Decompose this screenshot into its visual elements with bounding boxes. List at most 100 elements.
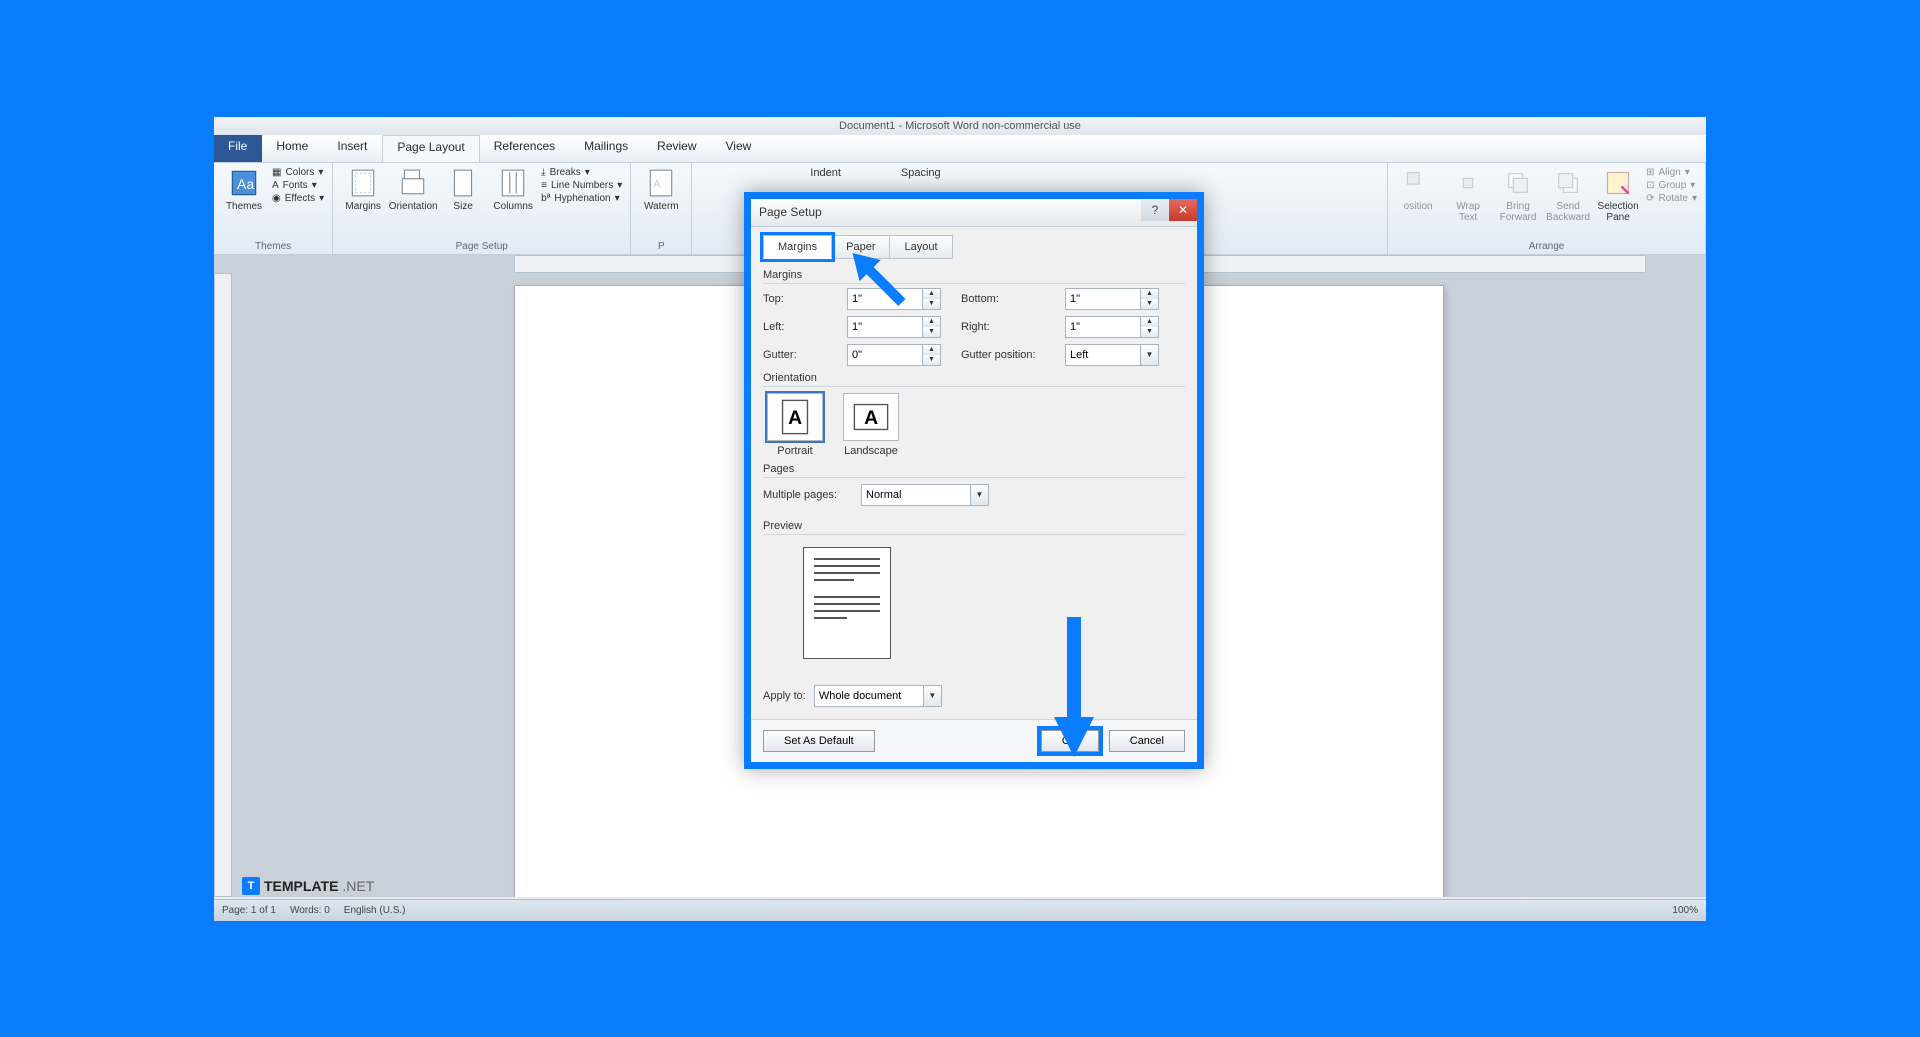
tab-home[interactable]: Home: [262, 135, 323, 162]
spinner-up-icon[interactable]: ▲: [923, 289, 940, 299]
tab-page-layout[interactable]: Page Layout: [382, 135, 479, 162]
tab-insert[interactable]: Insert: [323, 135, 382, 162]
group-page-background: AWaterm P: [631, 163, 692, 254]
svg-text:A: A: [864, 406, 878, 428]
apply-to-value[interactable]: [814, 685, 924, 707]
dialog-close-button[interactable]: ✕: [1169, 199, 1197, 221]
vertical-ruler[interactable]: [214, 273, 232, 897]
status-bar: Page: 1 of 1 Words: 0 English (U.S.) 100…: [214, 899, 1706, 921]
group-page-setup: Margins Orientation Size Columns ⤓Breaks…: [333, 163, 631, 254]
template-net-watermark: T TEMPLATE.NET: [242, 877, 374, 895]
orientation-section-label: Orientation: [763, 372, 1185, 387]
orientation-landscape[interactable]: A Landscape: [839, 393, 903, 457]
wrap-text-button: Wrap Text: [1446, 167, 1490, 223]
preview-section-label: Preview: [763, 520, 1185, 535]
spinner-down-icon[interactable]: ▼: [923, 299, 940, 309]
top-label: Top:: [763, 293, 833, 305]
group-themes: Aa Themes ▦Colors ▾ AFonts ▾ ◉Effects ▾ …: [214, 163, 333, 254]
group-dropdown: ⊡Group ▾: [1646, 180, 1697, 191]
rotate-dropdown: ⟳Rotate ▾: [1646, 193, 1697, 204]
hyphenation-icon: bª: [541, 193, 550, 204]
themes-button[interactable]: Aa Themes: [222, 167, 266, 212]
tab-view[interactable]: View: [712, 135, 767, 162]
selection-pane-button[interactable]: Selection Pane: [1596, 167, 1640, 223]
colors-dropdown[interactable]: ▦Colors ▾: [272, 167, 324, 178]
left-spinner[interactable]: ▲▼: [847, 316, 947, 338]
apply-to-select[interactable]: ▼: [814, 685, 942, 707]
bring-forward-button: Bring Forward: [1496, 167, 1540, 223]
gutter-pos-value[interactable]: [1065, 344, 1141, 366]
margins-section-label: Margins: [763, 269, 1185, 284]
status-page[interactable]: Page: 1 of 1: [222, 905, 276, 916]
chevron-down-icon[interactable]: ▼: [971, 484, 989, 506]
tab-file[interactable]: File: [214, 135, 262, 162]
right-label: Right:: [961, 321, 1051, 333]
dialog-title-text: Page Setup: [759, 205, 822, 219]
align-icon: ⊞: [1646, 167, 1654, 178]
gutter-input[interactable]: [847, 344, 923, 366]
pages-section-label: Pages: [763, 463, 1185, 478]
tab-references[interactable]: References: [480, 135, 570, 162]
orientation-button[interactable]: Orientation: [391, 167, 435, 212]
svg-text:A: A: [654, 178, 662, 190]
gutter-spinner[interactable]: ▲▼: [847, 344, 947, 366]
annotation-arrow-ok: [1049, 617, 1099, 762]
right-input[interactable]: [1065, 316, 1141, 338]
gutter-label: Gutter:: [763, 349, 833, 361]
effects-icon: ◉: [272, 193, 281, 204]
font-icon: A: [272, 180, 279, 191]
send-backward-button: Send Backward: [1546, 167, 1590, 223]
cancel-button[interactable]: Cancel: [1109, 730, 1185, 752]
multiple-pages-select[interactable]: ▼: [861, 484, 989, 506]
size-button[interactable]: Size: [441, 167, 485, 212]
tab-mailings[interactable]: Mailings: [570, 135, 643, 162]
bottom-input[interactable]: [1065, 288, 1141, 310]
rotate-icon: ⟳: [1646, 193, 1654, 204]
status-words[interactable]: Words: 0: [290, 905, 330, 916]
dialog-tab-margins[interactable]: Margins: [763, 235, 832, 259]
bottom-label: Bottom:: [961, 293, 1051, 305]
window-title: Document1 - Microsoft Word non-commercia…: [839, 120, 1081, 132]
template-logo-icon: T: [242, 877, 260, 895]
hyphenation-dropdown[interactable]: bªHyphenation ▾: [541, 193, 622, 204]
app-window: Document1 - Microsoft Word non-commercia…: [210, 113, 1710, 925]
ribbon-tabs: File Home Insert Page Layout References …: [214, 135, 1706, 163]
multiple-pages-value[interactable]: [861, 484, 971, 506]
bottom-spinner[interactable]: ▲▼: [1065, 288, 1165, 310]
tab-review[interactable]: Review: [643, 135, 711, 162]
title-bar: Document1 - Microsoft Word non-commercia…: [214, 117, 1706, 135]
group-arrange: osition Wrap Text Bring Forward Send Bac…: [1388, 163, 1706, 254]
right-spinner[interactable]: ▲▼: [1065, 316, 1165, 338]
gutter-pos-select[interactable]: ▼: [1065, 344, 1165, 366]
dialog-help-button[interactable]: ?: [1141, 199, 1169, 221]
apply-to-label: Apply to:: [763, 690, 806, 702]
columns-button[interactable]: Columns: [491, 167, 535, 212]
svg-text:A: A: [788, 406, 802, 428]
breaks-icon: ⤓: [541, 167, 545, 178]
breaks-dropdown[interactable]: ⤓Breaks ▾: [541, 167, 622, 178]
chevron-down-icon[interactable]: ▼: [924, 685, 942, 707]
left-label: Left:: [763, 321, 833, 333]
spacing-label: Spacing: [901, 167, 941, 179]
set-as-default-button[interactable]: Set As Default: [763, 730, 875, 752]
line-numbers-icon: ≡: [541, 180, 547, 191]
margins-button[interactable]: Margins: [341, 167, 385, 212]
gutter-pos-label: Gutter position:: [961, 349, 1051, 361]
fonts-dropdown[interactable]: AFonts ▾: [272, 180, 324, 191]
page-setup-dialog: Page Setup ? ✕ Margins Paper Layout Marg…: [744, 192, 1204, 769]
chevron-down-icon[interactable]: ▼: [1141, 344, 1159, 366]
orientation-portrait[interactable]: A Portrait: [763, 393, 827, 457]
position-button: osition: [1396, 167, 1440, 212]
watermark-button[interactable]: AWaterm: [639, 167, 683, 212]
group-icon: ⊡: [1646, 180, 1654, 191]
dialog-titlebar[interactable]: Page Setup ? ✕: [751, 199, 1197, 227]
effects-dropdown[interactable]: ◉Effects ▾: [272, 193, 324, 204]
dialog-tabs: Margins Paper Layout: [763, 235, 1185, 259]
svg-text:Aa: Aa: [237, 175, 254, 191]
align-dropdown: ⊞Align ▾: [1646, 167, 1697, 178]
line-numbers-dropdown[interactable]: ≡Line Numbers ▾: [541, 180, 622, 191]
palette-icon: ▦: [272, 167, 281, 178]
status-language[interactable]: English (U.S.): [344, 905, 406, 916]
preview-thumbnail: [803, 547, 891, 659]
status-zoom[interactable]: 100%: [1672, 905, 1698, 916]
